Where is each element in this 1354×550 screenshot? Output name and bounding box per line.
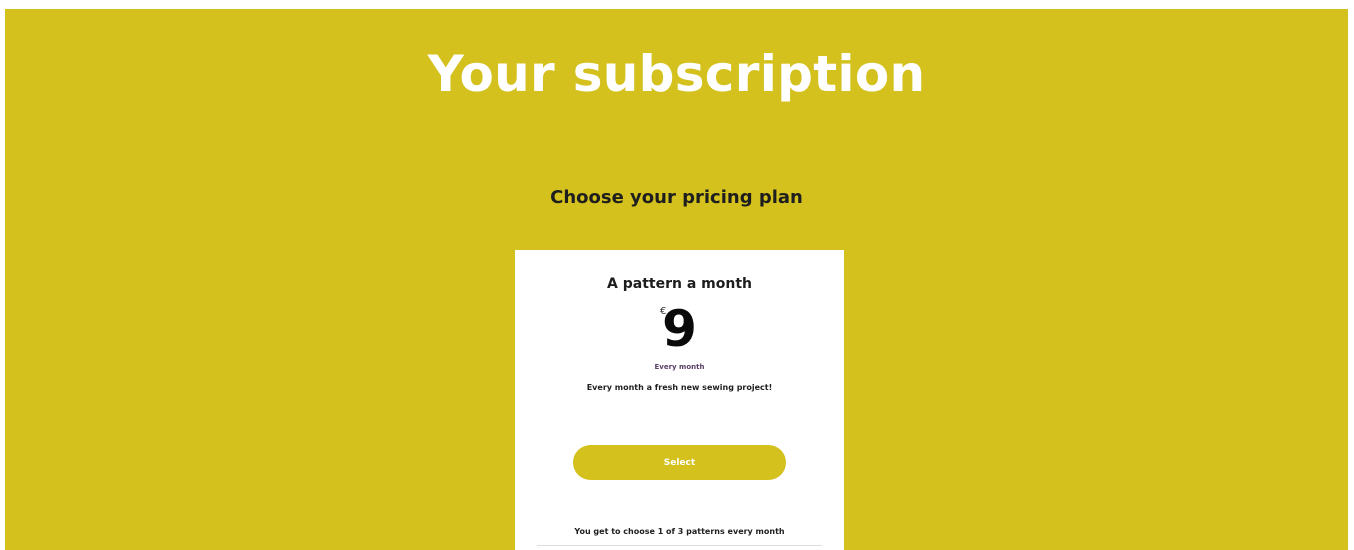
pricing-card: A pattern a month € 9 Every month Every … [515,250,844,550]
price-amount: 9 [662,300,697,358]
page: Your subscription Choose your pricing pl… [0,0,1354,550]
pricing-plan-heading: Choose your pricing plan [550,187,803,208]
plan-name: A pattern a month [607,276,752,292]
divider [537,545,822,546]
price-period: Every month [654,363,705,371]
subscription-section: Your subscription Choose your pricing pl… [5,9,1348,550]
plan-feature: You get to choose 1 of 3 patterns every … [574,527,785,536]
plan-description: Every month a fresh new sewing project! [586,383,773,392]
page-title: Your subscription [427,45,926,103]
select-plan-button[interactable]: Select [573,445,786,480]
